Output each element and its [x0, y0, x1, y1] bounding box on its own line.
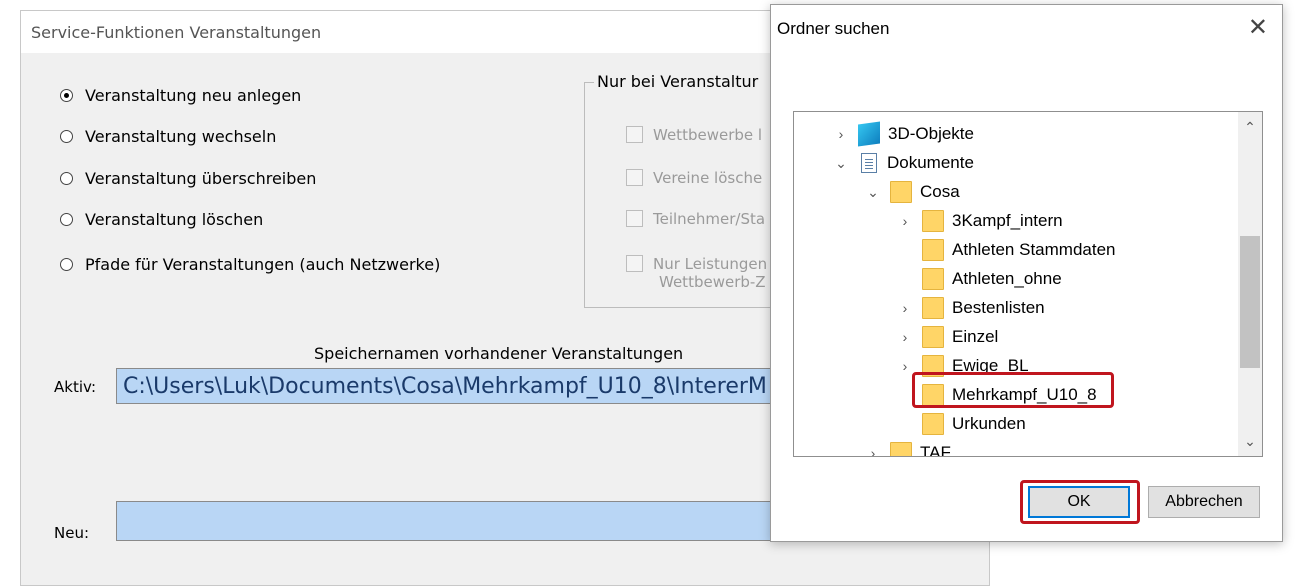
- ok-button-highlight: [1020, 480, 1140, 524]
- close-icon[interactable]: ✕: [1248, 13, 1268, 41]
- radio-button[interactable]: [60, 258, 73, 271]
- folder-icon: [922, 210, 944, 232]
- vertical-scrollbar[interactable]: ⌃ ⌄: [1238, 112, 1262, 456]
- tree-item-label: Bestenlisten: [952, 298, 1045, 317]
- checkbox[interactable]: [626, 255, 643, 272]
- tree-item-3kampf-intern[interactable]: › 3Kampf_intern: [898, 207, 1063, 235]
- folder-browse-dialog: Ordner suchen ✕ › 3D-Objekte ⌄ Dokumente…: [770, 4, 1283, 542]
- tree-item-bestenlisten[interactable]: › Bestenlisten: [898, 294, 1045, 322]
- chevron-right-icon[interactable]: ›: [834, 126, 848, 142]
- folder-icon: [922, 239, 944, 261]
- checkbox-vereine[interactable]: Vereine lösche: [626, 169, 762, 187]
- radio-option-new[interactable]: Veranstaltung neu anlegen: [60, 86, 301, 105]
- checkbox-label: Nur Leistungen Wettbewerb-Z: [653, 255, 767, 291]
- tree-item-label: Urkunden: [952, 414, 1026, 433]
- folder-icon: [922, 297, 944, 319]
- radio-label: Veranstaltung löschen: [85, 210, 264, 229]
- tree-item-label: Athleten Stammdaten: [952, 240, 1116, 259]
- checkbox[interactable]: [626, 169, 643, 186]
- chevron-down-icon[interactable]: ⌄: [866, 184, 880, 201]
- radio-label: Veranstaltung überschreiben: [85, 169, 317, 188]
- neu-label: Neu:: [54, 524, 90, 542]
- folder-icon: [922, 326, 944, 348]
- neu-field[interactable]: [116, 501, 776, 541]
- radio-option-overwrite[interactable]: Veranstaltung überschreiben: [60, 169, 316, 188]
- radio-button[interactable]: [60, 213, 73, 226]
- checkbox-label-line2: Wettbewerb-Z: [659, 273, 766, 291]
- tree-item-label: Dokumente: [887, 153, 974, 172]
- checkbox-label-line1: Nur Leistungen: [653, 255, 768, 273]
- scroll-up-icon[interactable]: ⌃: [1238, 116, 1262, 138]
- tree-item-3d-objects[interactable]: › 3D-Objekte: [834, 120, 974, 148]
- radio-button[interactable]: [60, 130, 73, 143]
- checkbox-leistungen[interactable]: Nur Leistungen Wettbewerb-Z: [626, 255, 767, 291]
- document-icon: [861, 153, 877, 173]
- folder-icon: [890, 181, 912, 203]
- chevron-right-icon[interactable]: ›: [898, 329, 912, 345]
- tree-item-einzel[interactable]: › Einzel: [898, 323, 998, 351]
- radio-option-paths[interactable]: Pfade für Veranstaltungen (auch Netzwerk…: [60, 255, 440, 274]
- folder-icon: [922, 268, 944, 290]
- tree-item-label: Athleten_ohne: [952, 269, 1062, 288]
- chevron-right-icon[interactable]: ›: [866, 445, 880, 456]
- scroll-down-icon[interactable]: ⌄: [1238, 430, 1262, 452]
- aktiv-label: Aktiv:: [54, 378, 97, 396]
- radio-button[interactable]: [60, 89, 73, 102]
- checkbox[interactable]: [626, 210, 643, 227]
- radio-label: Pfade für Veranstaltungen (auch Netzwerk…: [85, 255, 441, 274]
- cancel-button[interactable]: Abbrechen: [1148, 486, 1260, 518]
- tree-item-athleten-stammdaten[interactable]: Athleten Stammdaten: [898, 236, 1115, 264]
- checkbox-label: Wettbewerbe l: [653, 126, 763, 144]
- window-title: Service-Funktionen Veranstaltungen: [31, 23, 322, 42]
- dialog-title: Ordner suchen: [777, 19, 890, 38]
- chevron-right-icon[interactable]: ›: [898, 300, 912, 316]
- tree-item-cosa[interactable]: ⌄ Cosa: [866, 178, 960, 206]
- tree-item-documents[interactable]: ⌄ Dokumente: [834, 149, 974, 177]
- radio-option-delete[interactable]: Veranstaltung löschen: [60, 210, 263, 229]
- checkbox[interactable]: [626, 126, 643, 143]
- chevron-right-icon[interactable]: ›: [898, 358, 912, 374]
- tree-item-label: Cosa: [920, 182, 960, 201]
- checkbox-teilnehmer[interactable]: Teilnehmer/Sta: [626, 210, 765, 228]
- 3d-objects-icon: [858, 121, 880, 147]
- radio-button[interactable]: [60, 172, 73, 185]
- tree-item-athleten-ohne[interactable]: Athleten_ohne: [898, 265, 1062, 293]
- tree-item-label: 3D-Objekte: [888, 124, 974, 143]
- tree-item-taf[interactable]: › TAF: [866, 439, 951, 457]
- chevron-right-icon[interactable]: ›: [898, 213, 912, 229]
- chevron-down-icon[interactable]: ⌄: [834, 155, 848, 172]
- checkbox-wettbewerbe[interactable]: Wettbewerbe l: [626, 126, 762, 144]
- folder-icon: [890, 442, 912, 456]
- folder-icon: [922, 413, 944, 435]
- section-label: Speichernamen vorhandener Veranstaltunge…: [314, 344, 684, 363]
- groupbox-title: Nur bei Veranstaltur: [594, 72, 770, 91]
- radio-label: Veranstaltung neu anlegen: [85, 86, 302, 105]
- radio-label: Veranstaltung wechseln: [85, 127, 277, 146]
- scrollbar-thumb[interactable]: [1240, 236, 1260, 368]
- checkbox-label: Teilnehmer/Sta: [653, 210, 766, 228]
- tree-item-label: 3Kampf_intern: [952, 211, 1063, 230]
- tree-item-label: TAF: [920, 443, 951, 457]
- checkbox-label: Vereine lösche: [653, 169, 763, 187]
- tree-item-label: Einzel: [952, 327, 999, 346]
- selected-folder-highlight: [912, 372, 1114, 408]
- aktiv-field[interactable]: C:\Users\Luk\Documents\Cosa\Mehrkampf_U1…: [116, 368, 776, 404]
- radio-option-switch[interactable]: Veranstaltung wechseln: [60, 127, 276, 146]
- tree-item-urkunden[interactable]: Urkunden: [898, 410, 1026, 438]
